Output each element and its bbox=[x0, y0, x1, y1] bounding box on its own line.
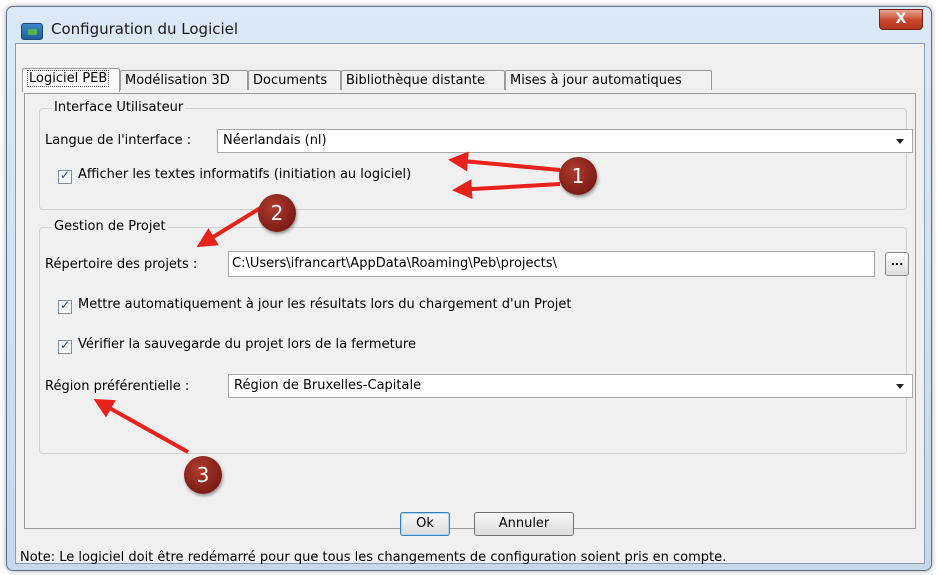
browse-button[interactable]: ... bbox=[885, 252, 909, 276]
annotation-marker-3: 3 bbox=[184, 456, 222, 494]
ok-button[interactable]: Ok bbox=[400, 512, 450, 536]
region-select[interactable]: Région de Bruxelles-Capitale bbox=[228, 374, 913, 398]
language-select[interactable]: Néerlandais (nl) bbox=[217, 129, 913, 153]
annotation-marker-2: 2 bbox=[258, 194, 296, 232]
project-group: Gestion de Projet Répertoire des projets… bbox=[39, 219, 913, 454]
dialog-content: Logiciel PEB Modélisation 3D Documents B… bbox=[15, 43, 925, 565]
show-texts-label: Afficher les textes informatifs (initiat… bbox=[78, 167, 412, 182]
show-texts-checkbox[interactable] bbox=[58, 168, 72, 184]
close-button[interactable]: X bbox=[879, 9, 923, 30]
interface-group: Interface Utilisateur Langue de l'interf… bbox=[39, 100, 913, 210]
restart-note: Note: Le logiciel doit être redémarré po… bbox=[20, 550, 727, 565]
tab-modelisation-3d[interactable]: Modélisation 3D bbox=[120, 70, 248, 90]
dialog-window: Configuration du Logiciel X Logiciel PEB… bbox=[6, 6, 932, 571]
app-icon bbox=[21, 23, 43, 40]
tab-bibliotheque-distante[interactable]: Bibliothèque distante bbox=[341, 70, 505, 90]
language-select-value: Néerlandais (nl) bbox=[223, 133, 327, 148]
tab-logiciel-peb[interactable]: Logiciel PEB bbox=[22, 68, 120, 92]
auto-update-label: Mettre automatiquement à jour les résult… bbox=[78, 297, 572, 312]
region-label: Région préférentielle : bbox=[45, 379, 190, 394]
tab-mises-a-jour[interactable]: Mises à jour automatiques bbox=[505, 70, 712, 90]
interface-group-title: Interface Utilisateur bbox=[52, 100, 186, 115]
projects-dir-input[interactable]: C:\Users\ifrancart\AppData\Roaming\Peb\p… bbox=[228, 251, 875, 277]
tab-documents[interactable]: Documents bbox=[248, 70, 341, 90]
project-group-title: Gestion de Projet bbox=[52, 219, 168, 234]
projects-dir-label: Répertoire des projets : bbox=[45, 257, 198, 272]
verify-save-checkbox[interactable] bbox=[58, 338, 72, 354]
tab-panel: Interface Utilisateur Langue de l'interf… bbox=[24, 93, 916, 529]
chevron-down-icon bbox=[896, 139, 904, 144]
window-title: Configuration du Logiciel bbox=[51, 20, 239, 38]
verify-save-label: Vérifier la sauvegarde du projet lors de… bbox=[78, 337, 416, 352]
language-label: Langue de l'interface : bbox=[45, 133, 192, 148]
region-select-value: Région de Bruxelles-Capitale bbox=[234, 378, 422, 393]
chevron-down-icon bbox=[896, 384, 904, 389]
auto-update-checkbox[interactable] bbox=[58, 298, 72, 314]
cancel-button[interactable]: Annuler bbox=[474, 512, 574, 536]
annotation-marker-1: 1 bbox=[559, 157, 597, 195]
